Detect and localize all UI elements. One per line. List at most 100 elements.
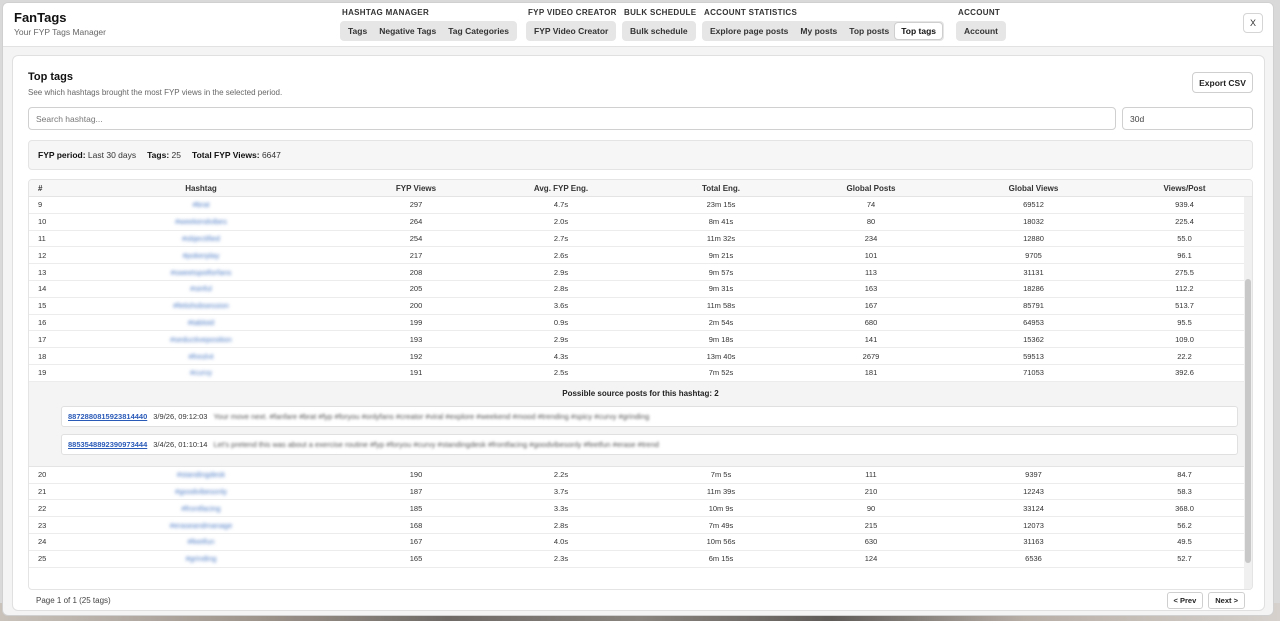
hashtag-link[interactable]: #pokerplay xyxy=(51,251,351,260)
column-header[interactable]: Views/Post xyxy=(1126,184,1243,193)
hashtag-link[interactable]: #tabloid xyxy=(51,318,351,327)
column-header[interactable]: Global Posts xyxy=(801,184,941,193)
table-row[interactable]: 20 #standingdesk 190 2.2s 7m 5s 111 9397 84.7 xyxy=(29,467,1252,484)
table-row[interactable]: 9 #brat 297 4.7s 23m 15s 74 69512 939.4 xyxy=(29,197,1252,214)
table-row[interactable]: 23 #eraseandmanage 168 2.8s 7m 49s 215 12073 56… xyxy=(29,517,1252,534)
brand: FanTags Your FYP Tags Manager xyxy=(14,10,106,37)
nav-account-button[interactable]: Account xyxy=(958,23,1004,39)
table-cell: 2.0s xyxy=(553,217,569,227)
search-hashtag-input[interactable] xyxy=(28,107,1116,130)
table-cell: 52.7 xyxy=(1177,554,1192,564)
table-row[interactable]: 12 #pokerplay 217 2.6s 9m 21s 101 9705 96.1 xyxy=(29,247,1252,265)
scrollbar-thumb[interactable] xyxy=(1245,279,1251,563)
table-row[interactable]: 13 #sweetspotforfans 208 2.9s 9m 57s 113 31131… xyxy=(29,264,1252,281)
table-row[interactable]: 11 #objectified 254 2.7s 11m 32s 234 12880 55.0 xyxy=(29,231,1252,248)
table-cell: 59513 xyxy=(1023,351,1044,361)
table-cell: 7m 52s xyxy=(708,368,734,378)
table-row[interactable]: 18 #fresh4 192 4.3s 13m 40s 2679 59513 22.2 xyxy=(29,348,1252,365)
hashtag-link[interactable]: #brat xyxy=(51,200,351,209)
hashtag-link[interactable]: #feetfun xyxy=(51,537,351,546)
app-subtitle: Your FYP Tags Manager xyxy=(14,27,106,37)
hashtag-link[interactable]: #weekendvibes xyxy=(51,217,351,226)
table-cell: 513.7 xyxy=(1175,301,1194,311)
nav-bulk-schedule-button[interactable]: Bulk schedule xyxy=(624,23,694,39)
table-cell: 275.5 xyxy=(1175,267,1194,277)
table-cell: 112.2 xyxy=(1175,284,1194,294)
table-row[interactable]: 22 #frontfacing 185 3.3s 10m 9s 90 33124 368.0 xyxy=(29,500,1252,518)
source-post-link[interactable]: 8853548892390973444 xyxy=(68,440,147,449)
period-select[interactable]: 30d xyxy=(1122,107,1253,130)
table-row[interactable]: 17 #seductiveposition 193 2.9s 9m 18s 141 1536… xyxy=(29,331,1252,349)
next-page-button[interactable]: Next > xyxy=(1208,592,1245,609)
table-cell: 15 xyxy=(38,301,47,311)
table-cell: 10m 9s xyxy=(708,503,734,513)
table-cell: 297 xyxy=(409,200,423,210)
table-cell: 3.7s xyxy=(553,486,569,496)
table-cell: 20 xyxy=(38,470,47,480)
source-post-item: 8872880815923814440 3/9/26, 09:12:03 You… xyxy=(61,405,1238,427)
hashtag-link[interactable]: #frontfacing xyxy=(51,504,351,513)
column-header[interactable]: FYP Views xyxy=(351,184,481,193)
table-scrollbar[interactable] xyxy=(1244,197,1252,589)
table-cell: 80 xyxy=(866,217,876,227)
close-button[interactable]: X xyxy=(1243,13,1263,33)
hashtag-link[interactable]: #fetishobsession xyxy=(51,301,351,310)
table-row[interactable]: 15 #fetishobsession 200 3.6s 11m 58s 167 85791… xyxy=(29,298,1252,315)
table-row[interactable]: 10 #weekendvibes 264 2.0s 8m 41s 80 18032 225.4 xyxy=(29,214,1252,231)
table-cell: 4.3s xyxy=(553,351,569,361)
column-header[interactable]: Avg. FYP Eng. xyxy=(481,184,641,193)
hashtag-link[interactable]: #seductiveposition xyxy=(51,335,351,344)
table-row[interactable]: 16 #tabloid 199 0.9s 2m 54s 680 64953 95.5 xyxy=(29,315,1252,332)
hashtag-link[interactable]: #goodvibesonly xyxy=(51,487,351,496)
nav-tags-button[interactable]: Tags xyxy=(342,23,373,39)
table-row[interactable]: 19 #curvy 191 2.5s 7m 52s 181 71053 392.6 xyxy=(29,365,1252,382)
export-csv-button[interactable]: Export CSV xyxy=(1192,72,1253,93)
source-post-date: 3/4/26, 01:10:14 xyxy=(153,439,208,449)
nav-my-posts-button[interactable]: My posts xyxy=(794,23,843,39)
table-cell: 368.0 xyxy=(1175,503,1194,513)
nav-top-posts-button[interactable]: Top posts xyxy=(843,23,895,39)
column-header[interactable]: # xyxy=(29,184,51,193)
column-header[interactable]: Total Eng. xyxy=(641,184,801,193)
table-row[interactable]: 21 #goodvibesonly 187 3.7s 11m 39s 210 12243 58… xyxy=(29,484,1252,501)
table-cell: 185 xyxy=(409,503,423,513)
table-cell: 2.8s xyxy=(553,284,569,294)
table-cell: 101 xyxy=(864,250,878,260)
table-cell: 4.0s xyxy=(553,537,569,547)
hashtag-link[interactable]: #curvy xyxy=(51,368,351,377)
table-cell: 25 xyxy=(38,554,47,564)
source-post-caption: Let's pretend this was about a exercise … xyxy=(213,439,659,449)
hashtag-link[interactable]: #fresh4 xyxy=(51,352,351,361)
prev-page-button[interactable]: < Prev xyxy=(1166,592,1204,609)
column-header[interactable]: Global Views xyxy=(941,184,1126,193)
table-cell: 217 xyxy=(409,250,423,260)
nav-top-tags-button[interactable]: Top tags xyxy=(895,23,943,39)
nav-tag-categories-button[interactable]: Tag Categories xyxy=(442,23,515,39)
table-cell: 3.3s xyxy=(553,503,569,513)
table-cell: 55.0 xyxy=(1177,233,1192,243)
nav-negative-tags-button[interactable]: Negative Tags xyxy=(373,23,442,39)
table-cell: 10m 56s xyxy=(706,537,736,547)
table-cell: 141 xyxy=(864,334,878,344)
hashtag-link[interactable]: #eraseandmanage xyxy=(51,521,351,530)
table-cell: 12243 xyxy=(1023,486,1044,496)
hashtag-link[interactable]: #sweetspotforfans xyxy=(51,268,351,277)
table-cell: 9397 xyxy=(1025,470,1042,480)
table-row[interactable]: 24 #feetfun 167 4.0s 10m 56s 630 31163 49.5 xyxy=(29,534,1252,551)
nav-explore-page-posts-button[interactable]: Explore page posts xyxy=(704,23,794,39)
table-cell: 9m 31s xyxy=(708,284,734,294)
column-header[interactable]: Hashtag xyxy=(51,184,351,193)
hashtag-link[interactable]: #grinding xyxy=(51,554,351,563)
hashtag-link[interactable]: #sinful xyxy=(51,284,351,293)
nav-fyp-video-creator-button[interactable]: FYP Video Creator xyxy=(528,23,614,39)
table-cell: 264 xyxy=(409,217,423,227)
table-cell: 225.4 xyxy=(1175,217,1194,227)
table-cell: 15362 xyxy=(1023,334,1044,344)
table-row[interactable]: 14 #sinful 205 2.8s 9m 31s 163 18286 112.2 xyxy=(29,281,1252,298)
source-post-link[interactable]: 8872880815923814440 xyxy=(68,412,147,421)
table-row[interactable]: 25 #grinding 165 2.3s 6m 15s 124 6536 52.7 xyxy=(29,551,1252,568)
page-info: Page 1 of 1 (25 tags) xyxy=(36,596,111,605)
top-tags-panel: Top tags See which hashtags brought the … xyxy=(12,55,1265,611)
hashtag-link[interactable]: #objectified xyxy=(51,234,351,243)
hashtag-link[interactable]: #standingdesk xyxy=(51,470,351,479)
